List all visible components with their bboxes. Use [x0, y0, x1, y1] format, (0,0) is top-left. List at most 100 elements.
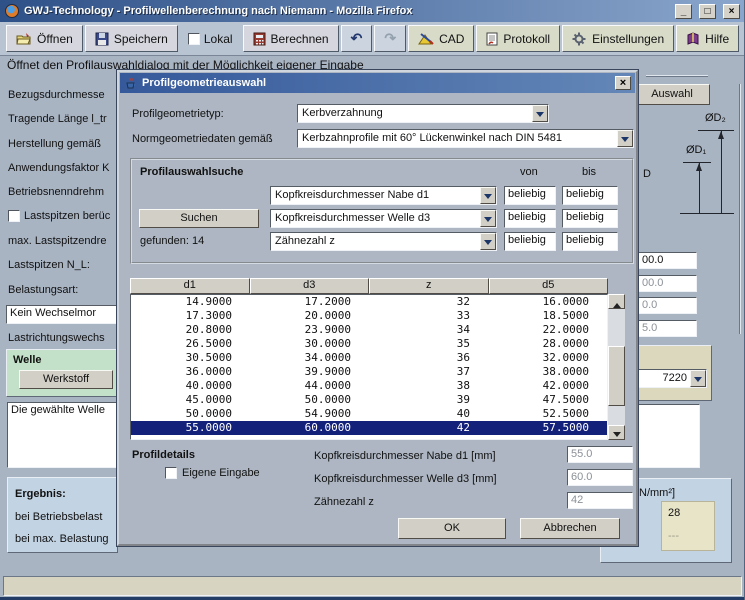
table-cell: 36.0000: [131, 365, 250, 379]
search-criterion-3-arrow-icon[interactable]: [480, 233, 496, 250]
welle-note-textarea[interactable]: Die gewählte Welle: [7, 402, 118, 468]
maximize-button[interactable]: □: [699, 4, 716, 19]
normgeometrie-arrow-icon[interactable]: [617, 130, 633, 147]
dialog-close-button[interactable]: ×: [615, 76, 631, 90]
undo-button[interactable]: ↶: [341, 25, 373, 52]
detail-label-zaehnezahl: Zähnezahl z: [314, 496, 374, 508]
column-header-d1[interactable]: d1: [130, 278, 250, 294]
suchen-button[interactable]: Suchen: [139, 209, 259, 228]
detail-value-nabe-d1[interactable]: 55.0: [567, 446, 633, 463]
abbrechen-button[interactable]: Abbrechen: [520, 518, 620, 539]
welle-panel: Welle Werkstoff: [6, 349, 118, 397]
label-lastrichtungswechsel: Lastrichtungswechs: [8, 332, 118, 344]
normgeometrie-dropdown[interactable]: Kerbzahnprofile mit 60° Lückenwinkel nac…: [297, 129, 634, 148]
ergebnis-line-betrieb: bei Betriebsbelast: [15, 511, 102, 523]
search-criterion-2-dropdown[interactable]: Kopfkreisdurchmesser Welle d3: [270, 209, 497, 228]
belastungsart-select[interactable]: Kein Wechselmor: [6, 305, 118, 324]
lokal-checkbox-group[interactable]: Lokal: [188, 32, 233, 46]
protocol-button-label: Protokoll: [503, 32, 550, 46]
scrollbar-down-arrow-icon[interactable]: [608, 425, 625, 440]
settings-button[interactable]: Einstellungen: [562, 25, 674, 52]
eigene-eingabe-group[interactable]: Eigene Eingabe: [165, 467, 260, 479]
ok-button[interactable]: OK: [398, 518, 506, 539]
firefox-icon: [5, 4, 19, 18]
search-criterion-1-von-input[interactable]: beliebig: [504, 186, 556, 205]
column-header-z[interactable]: z: [369, 278, 489, 294]
table-row[interactable]: 14.900017.20003216.0000: [131, 295, 607, 309]
lastspitzen-checkbox-group[interactable]: Lastspitzen berüc: [8, 210, 118, 222]
calculate-button-label: Berechnen: [271, 32, 329, 46]
column-header-d3[interactable]: d3: [250, 278, 370, 294]
table-cell: 42.0000: [488, 379, 607, 393]
profilgeometrietyp-dropdown[interactable]: Kerbverzahnung: [297, 104, 549, 123]
help-button[interactable]: Hilfe: [676, 25, 739, 52]
save-button[interactable]: Speichern: [85, 25, 178, 52]
search-criterion-3-von-input[interactable]: beliebig: [504, 232, 556, 251]
table-row[interactable]: 26.500030.00003528.0000: [131, 337, 607, 351]
lastspitzen-checkbox[interactable]: [8, 210, 20, 222]
minimize-button[interactable]: _: [675, 4, 692, 19]
cad-button-label: CAD: [439, 32, 464, 46]
label-betriebsnenndrehmoment: Betriebsnenndrehm: [8, 186, 118, 198]
open-button[interactable]: Öffnen: [6, 25, 83, 52]
table-row[interactable]: 30.500034.00003632.0000: [131, 351, 607, 365]
table-row[interactable]: 17.300020.00003318.5000: [131, 309, 607, 323]
table-cell: 60.0000: [250, 421, 369, 435]
detail-value-zaehnezahl[interactable]: 42: [567, 492, 633, 509]
search-criterion-1-dropdown[interactable]: Kopfkreisdurchmesser Nabe d1: [270, 186, 497, 205]
search-criterion-2-von-input[interactable]: beliebig: [504, 209, 556, 228]
protocol-button[interactable]: Protokoll: [476, 25, 560, 52]
search-criterion-1-arrow-icon[interactable]: [480, 187, 496, 204]
table-cell: 39: [369, 393, 488, 407]
scrollbar-thumb[interactable]: [608, 346, 625, 406]
label-bezugsdurchmesser: Bezugsdurchmesse: [8, 89, 118, 101]
detail-value-welle-d3[interactable]: 60.0: [567, 469, 633, 486]
application-window: GWJ-Technology - Profilwellenberechnung …: [0, 0, 745, 600]
toolbar: Öffnen Speichern Lokal Berechnen ↶ ↷ CAD…: [0, 22, 745, 56]
table-row[interactable]: 55.000060.00004257.5000: [131, 421, 607, 435]
werkstoff-button[interactable]: Werkstoff: [19, 370, 113, 389]
search-criterion-2-arrow-icon[interactable]: [480, 210, 496, 227]
search-criterion-3-bis-input[interactable]: beliebig: [562, 232, 618, 251]
label-belastungsart: Belastungsart:: [8, 284, 118, 296]
table-cell: 14.9000: [131, 295, 250, 309]
search-criterion-1-value: Kopfkreisdurchmesser Nabe d1: [271, 187, 480, 204]
table-scrollbar[interactable]: [608, 294, 625, 440]
auswahl-button[interactable]: Auswahl: [634, 84, 710, 105]
table-cell: 30.5000: [131, 351, 250, 365]
table-cell: 40: [369, 407, 488, 421]
table-row[interactable]: 20.800023.90003422.0000: [131, 323, 607, 337]
table-cell: 33: [369, 309, 488, 323]
table-row[interactable]: 36.000039.90003738.0000: [131, 365, 607, 379]
redo-button[interactable]: ↷: [374, 25, 406, 52]
save-button-label: Speichern: [114, 32, 168, 46]
table-row[interactable]: 50.000054.90004052.5000: [131, 407, 607, 421]
close-button[interactable]: ×: [723, 4, 740, 19]
lastspitzen-label: Lastspitzen berüc: [24, 210, 110, 222]
open-folder-icon: [16, 32, 32, 46]
background-divider-line: [646, 75, 708, 76]
table-row[interactable]: 40.000044.00003842.0000: [131, 379, 607, 393]
search-criterion-3-dropdown[interactable]: Zähnezahl z: [270, 232, 497, 251]
undo-icon: ↶: [351, 30, 363, 47]
table-cell: 20.8000: [131, 323, 250, 337]
search-criterion-1-bis-input[interactable]: beliebig: [562, 186, 618, 205]
eigene-eingabe-checkbox[interactable]: [165, 467, 177, 479]
result-dash: ---: [668, 530, 679, 542]
profilgeometrietyp-arrow-icon[interactable]: [532, 105, 548, 122]
result-unit-label: N/mm²]: [639, 487, 675, 499]
cad-button[interactable]: CAD: [408, 25, 474, 52]
scrollbar-up-arrow-icon[interactable]: [608, 294, 625, 309]
lokal-checkbox[interactable]: [188, 33, 200, 45]
table-row[interactable]: 45.000050.00003947.5000: [131, 393, 607, 407]
column-header-d5[interactable]: d5: [489, 278, 609, 294]
ergebnis-title: Ergebnis:: [15, 488, 66, 500]
search-criterion-2-bis-input[interactable]: beliebig: [562, 209, 618, 228]
label-lastspitzen-nl: Lastspitzen N_L:: [8, 259, 118, 271]
calculate-button[interactable]: Berechnen: [243, 25, 339, 52]
material-dropdown-arrow-icon[interactable]: [690, 370, 706, 387]
table-cell: 35: [369, 337, 488, 351]
ergebnis-panel: Ergebnis: bei Betriebsbelast bei max. Be…: [7, 477, 118, 553]
diagram-d2-line: [721, 131, 722, 213]
dialog-title: Profilgeometrieauswahl: [142, 77, 610, 89]
